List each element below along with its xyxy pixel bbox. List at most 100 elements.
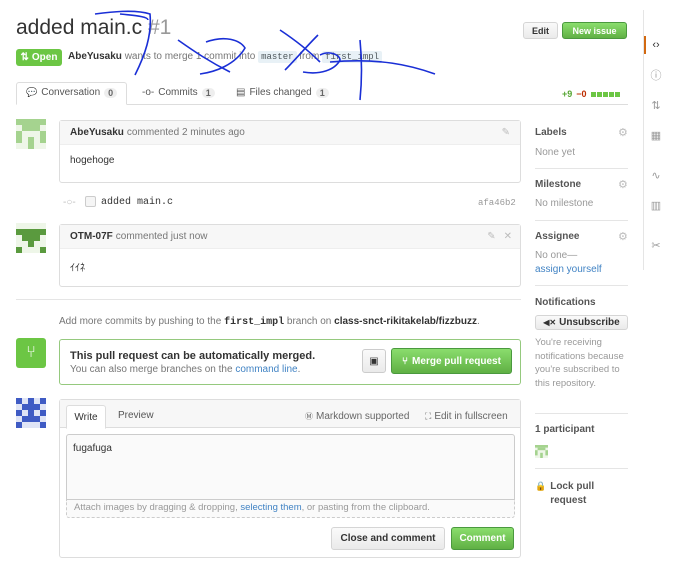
pencil-icon[interactable]: ✎ — [502, 127, 510, 138]
comment-button[interactable]: Comment — [451, 527, 514, 550]
comment-header: AbeYusaku commented 2 minutes ago ✎ — [60, 121, 520, 145]
push-hint-suffix: . — [476, 316, 480, 327]
pulse-icon[interactable]: ∿ — [648, 167, 664, 183]
tab-preview[interactable]: Preview — [118, 410, 154, 421]
tab-counter: 1 — [201, 87, 215, 98]
push-hint-text: Add more commits by pushing to the — [59, 316, 222, 327]
tab-write[interactable]: Write — [66, 405, 106, 429]
comment-author[interactable]: OTM-07F — [70, 231, 113, 242]
edit-button[interactable]: Edit — [523, 22, 558, 39]
tab-label: Commits — [158, 87, 198, 98]
commit-message[interactable]: added main.c — [101, 197, 173, 208]
author-link[interactable]: AbeYusaku — [68, 51, 122, 62]
wiki-icon[interactable]: ▦ — [648, 127, 664, 143]
divider — [16, 299, 521, 300]
lock-pull-request[interactable]: 🔒 Lock pull request — [535, 480, 625, 507]
merge-subtitle-suffix: . — [297, 364, 301, 375]
participants-title: 1 participant — [535, 424, 595, 435]
merge-icon: ⑂ — [16, 338, 46, 368]
pull-request-icon[interactable]: ⇅ — [648, 97, 664, 113]
pr-title-text: added main.c — [16, 16, 143, 39]
additions: +9 — [562, 89, 573, 99]
assignee-value: No one— — [535, 250, 578, 261]
tab-commits[interactable]: -o- Commits 1 — [142, 87, 215, 98]
settings-icon[interactable]: ✂ — [648, 237, 664, 253]
pr-meta: AbeYusaku wants to merge 1 commit into m… — [68, 51, 383, 63]
avatar[interactable] — [16, 223, 46, 253]
avatar[interactable] — [16, 398, 46, 428]
comment-time: commented just now — [115, 231, 208, 242]
participant-avatar[interactable] — [535, 445, 548, 458]
base-branch: master — [258, 51, 297, 63]
new-issue-button[interactable]: New issue — [562, 22, 627, 39]
sidebar-divider — [535, 168, 628, 169]
notifications-title: Notifications — [535, 297, 596, 308]
gear-icon[interactable]: ⚙ — [618, 178, 628, 191]
assign-yourself-link[interactable]: assign yourself — [535, 264, 602, 275]
diffstat-blocks — [590, 91, 620, 97]
comment-box: AbeYusaku commented 2 minutes ago ✎ hoge… — [59, 120, 521, 183]
gear-icon[interactable]: ⚙ — [618, 230, 628, 243]
avatar-small — [85, 196, 96, 207]
merge-pull-request-button[interactable]: ⑂ Merge pull request — [391, 348, 512, 374]
assignee-title[interactable]: Assignee — [535, 231, 579, 242]
tab-conversation[interactable]: 💬 Conversation 0 — [26, 87, 118, 98]
meta-text: wants to merge 1 commit into — [124, 51, 256, 62]
attach-images-hint[interactable]: Attach images by dragging & dropping, se… — [66, 500, 515, 518]
close-icon[interactable]: ✕ — [504, 231, 512, 242]
graph-icon[interactable]: ▥ — [648, 197, 664, 213]
tab-label: Conversation — [41, 87, 101, 98]
mute-icon: ◀✕ — [543, 318, 557, 327]
labels-value: None yet — [535, 147, 576, 158]
merge-icon: ⑂ — [402, 355, 409, 367]
push-hint-repo[interactable]: class-snct-rikitakelab/fizzbuzz — [334, 316, 477, 327]
issue-icon[interactable]: ⓘ — [648, 67, 664, 83]
close-and-comment-button[interactable]: Close and comment — [331, 527, 445, 550]
pr-number: #1 — [147, 16, 172, 39]
lock-label: Lock pull request — [550, 481, 595, 506]
avatar[interactable] — [16, 119, 46, 149]
state-badge: ⇅ Open — [16, 49, 62, 66]
lock-icon: 🔒 — [535, 481, 547, 491]
sidebar-divider — [535, 285, 628, 286]
head-branch: first_impl — [322, 51, 383, 63]
comment-header: OTM-07F commented just now ✎ ✕ — [60, 225, 520, 249]
markdown-icon: Ⓜ — [305, 412, 313, 421]
markdown-label: Markdown supported — [316, 411, 410, 422]
labels-title[interactable]: Labels — [535, 127, 567, 138]
unsubscribe-label: Unsubscribe — [559, 317, 620, 328]
fullscreen-label: Edit in fullscreen — [434, 411, 508, 422]
deletions: −0 — [576, 89, 587, 99]
markdown-supported[interactable]: Ⓜ Markdown supported — [305, 411, 409, 422]
edit-fullscreen[interactable]: ⛶ Edit in fullscreen — [425, 411, 508, 422]
command-line-link[interactable]: command line — [235, 364, 297, 375]
code-icon[interactable]: ‹› — [648, 37, 664, 53]
gear-icon[interactable]: ⚙ — [618, 126, 628, 139]
milestone-value: No milestone — [535, 198, 594, 209]
tab-files-changed[interactable]: ▤ Files changed 1 — [236, 87, 329, 98]
select-files-link[interactable]: selecting them — [240, 502, 301, 513]
milestone-title[interactable]: Milestone — [535, 179, 581, 190]
push-hint: Add more commits by pushing to the first… — [59, 316, 480, 328]
push-hint-branch: first_impl — [224, 317, 285, 328]
push-hint-text: branch on — [286, 316, 332, 327]
tab-counter: 0 — [104, 87, 118, 98]
merge-box: This pull request can be automatically m… — [59, 339, 521, 385]
merge-button-label: Merge pull request — [412, 355, 501, 367]
unsubscribe-button[interactable]: ◀✕ Unsubscribe — [535, 315, 628, 330]
comment-box: OTM-07F commented just now ✎ ✕ ｲｲﾈ — [59, 224, 521, 287]
comment-author[interactable]: AbeYusaku — [70, 127, 124, 138]
tab-label: Files changed — [249, 87, 312, 98]
commit-sha[interactable]: afa46b2 — [478, 198, 516, 208]
comment-textarea[interactable]: fugafuga — [66, 434, 515, 500]
pencil-icon[interactable]: ✎ — [487, 231, 495, 242]
sidebar-divider — [535, 413, 628, 414]
tab-counter: 1 — [315, 87, 329, 98]
merge-subtitle-text: You can also merge branches on the — [70, 364, 233, 375]
meta-text-from: from — [299, 51, 320, 62]
diffstat: +9 −0 — [562, 89, 620, 99]
desktop-icon[interactable]: ▣ — [362, 349, 386, 373]
comment-composer: Write Preview Ⓜ Markdown supported ⛶ Edi… — [59, 399, 521, 558]
pull-request-icon: ⇅ — [20, 52, 29, 63]
rail-active-marker — [644, 36, 646, 54]
